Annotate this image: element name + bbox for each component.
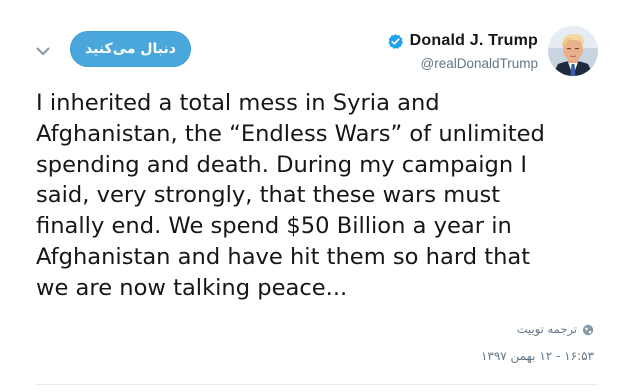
- verified-badge-icon: [387, 33, 404, 50]
- tweet-timestamp[interactable]: ۱۶:۵۳ - ۱۲ بهمن ۱۳۹۷: [481, 349, 594, 363]
- name-row: Donald J. Trump: [387, 30, 538, 52]
- avatar[interactable]: [548, 26, 598, 76]
- following-button[interactable]: دنبال می‌کنید: [70, 31, 191, 67]
- chevron-down-icon[interactable]: [34, 44, 52, 58]
- user-info: Donald J. Trump @realDonaldTrump: [387, 30, 538, 71]
- display-name[interactable]: Donald J. Trump: [410, 32, 538, 50]
- tweet-card: دنبال می‌کنید Donald J. Trump @realDonal…: [0, 0, 634, 391]
- translate-tweet-label[interactable]: ترجمه توییت: [517, 322, 577, 336]
- user-handle[interactable]: @realDonaldTrump: [387, 56, 539, 71]
- translate-tweet-link[interactable]: ترجمه توییت: [517, 322, 594, 336]
- globe-icon: [582, 323, 594, 336]
- tweet-text: I inherited a total mess in Syria and Af…: [36, 90, 545, 301]
- divider: [36, 384, 598, 385]
